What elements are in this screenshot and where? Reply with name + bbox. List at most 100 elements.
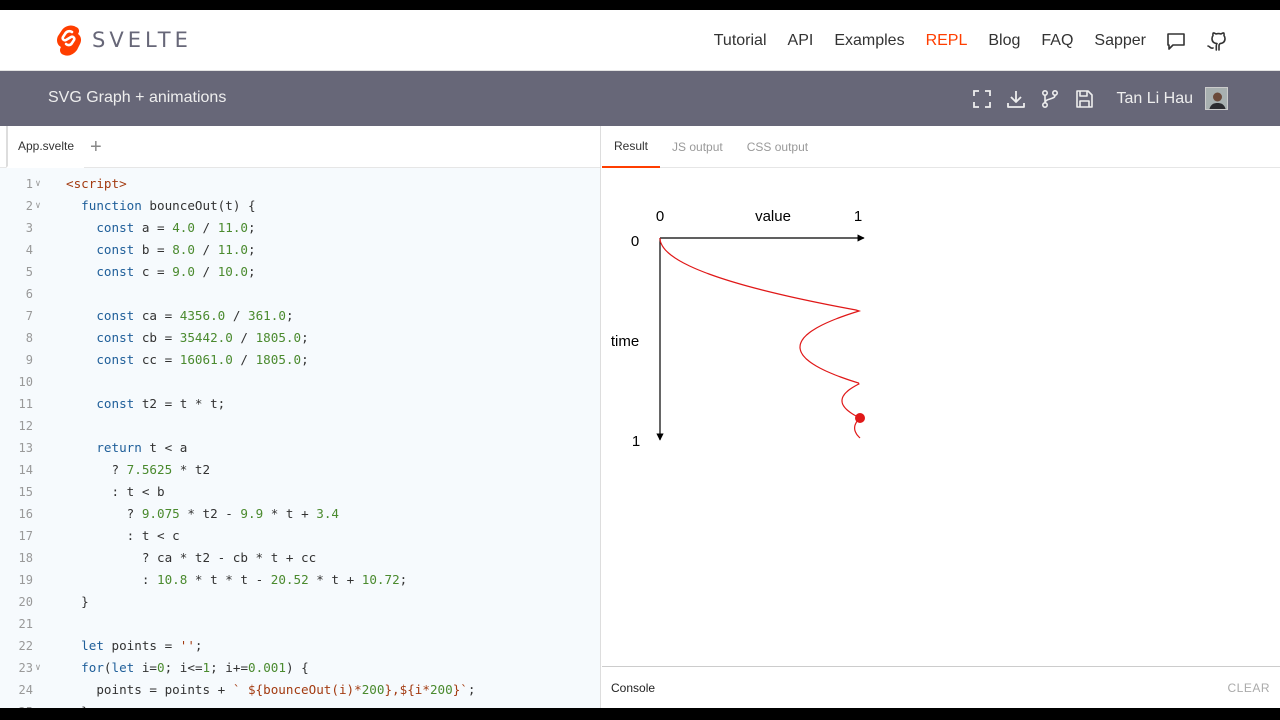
nav-link-blog[interactable]: Blog — [988, 32, 1020, 50]
line-number: 3 — [25, 221, 33, 235]
avatar[interactable] — [1205, 87, 1228, 110]
fold-chevron-icon[interactable] — [33, 525, 43, 547]
nav-link-sapper[interactable]: Sapper — [1094, 32, 1146, 50]
fold-chevron-icon[interactable]: ∨ — [33, 657, 43, 679]
nav-link-tutorial[interactable]: Tutorial — [714, 32, 767, 50]
nav-link-examples[interactable]: Examples — [834, 32, 904, 50]
nav-link-repl[interactable]: REPL — [926, 32, 968, 50]
code-line[interactable]: 9 const cc = 16061.0 / 1805.0; — [0, 349, 600, 371]
fold-chevron-icon[interactable] — [33, 283, 43, 305]
code-line[interactable]: 14 ? 7.5625 * t2 — [0, 459, 600, 481]
code-line[interactable]: 1 ∨ <script> — [0, 173, 600, 195]
user-name[interactable]: Tan Li Hau — [1117, 90, 1194, 108]
code-text: const cb = 35442.0 / 1805.0; — [96, 330, 309, 345]
fold-chevron-icon[interactable] — [33, 217, 43, 239]
line-number: 11 — [18, 397, 33, 411]
fold-chevron-icon[interactable] — [33, 635, 43, 657]
fork-icon[interactable] — [1039, 88, 1061, 110]
console-label[interactable]: Console — [611, 681, 655, 695]
svelte-logo[interactable]: SVELTE — [54, 24, 192, 56]
fold-chevron-icon[interactable] — [33, 393, 43, 415]
fold-chevron-icon[interactable] — [33, 481, 43, 503]
fold-chevron-icon[interactable] — [33, 327, 43, 349]
code-line[interactable]: 18 ? ca * t2 - cb * t + cc — [0, 547, 600, 569]
code-line[interactable]: 10 — [0, 371, 600, 393]
code-line[interactable]: 2 ∨ function bounceOut(t) { — [0, 195, 600, 217]
fold-chevron-icon[interactable] — [33, 239, 43, 261]
repl-toolbar: Tan Li Hau — [959, 71, 1228, 126]
code-line[interactable]: 15 : t < b — [0, 481, 600, 503]
fold-chevron-icon[interactable] — [33, 701, 43, 708]
fold-chevron-icon[interactable] — [33, 261, 43, 283]
line-number: 10 — [18, 375, 33, 389]
line-number: 13 — [18, 441, 33, 455]
time-axis-label: time — [611, 333, 639, 350]
line-number: 15 — [18, 485, 33, 499]
download-icon[interactable] — [1005, 88, 1027, 110]
file-tabs: App.svelte + — [0, 126, 600, 168]
code-line[interactable]: 22 let points = ''; — [0, 635, 600, 657]
fold-chevron-icon[interactable] — [33, 569, 43, 591]
fullscreen-icon[interactable] — [971, 88, 993, 110]
code-line[interactable]: 19 : 10.8 * t * t - 20.52 * t + 10.72; — [0, 569, 600, 591]
save-icon[interactable] — [1073, 88, 1095, 110]
fold-chevron-icon[interactable]: ∨ — [33, 195, 43, 217]
fold-chevron-icon[interactable] — [33, 415, 43, 437]
chat-icon[interactable] — [1166, 31, 1186, 51]
console-clear-button[interactable]: CLEAR — [1227, 681, 1270, 695]
time-axis-start: 0 — [631, 233, 639, 250]
console-bar: Console CLEAR — [602, 666, 1280, 708]
fold-chevron-icon[interactable] — [33, 349, 43, 371]
fold-chevron-icon[interactable] — [33, 547, 43, 569]
nav-links: Tutorial API Examples REPL Blog FAQ Sapp… — [693, 10, 1226, 71]
code-line[interactable]: 23 ∨ for(let i=0; i<=1; i+=0.001) { — [0, 657, 600, 679]
code-editor-panel: App.svelte + 1 ∨ <script> 2 ∨ function bounc… — [0, 126, 601, 708]
fold-chevron-icon[interactable] — [33, 679, 43, 701]
code-line[interactable]: 17 : t < c — [0, 525, 600, 547]
line-number: 16 — [18, 507, 33, 521]
tab-css-output[interactable]: CSS output — [735, 126, 820, 168]
tab-result[interactable]: Result — [602, 126, 661, 168]
github-icon[interactable] — [1206, 31, 1226, 51]
code-text: const b = 8.0 / 11.0; — [96, 242, 256, 257]
code-line[interactable]: 24 points = points + ` ${bounceOut(i)*20… — [0, 679, 600, 701]
fold-chevron-icon[interactable] — [33, 437, 43, 459]
output-tabs: Result JS output CSS output — [602, 126, 1280, 168]
fold-chevron-icon[interactable] — [33, 459, 43, 481]
line-number: 1 — [25, 177, 33, 191]
line-number: 5 — [25, 265, 33, 279]
code-line[interactable]: 6 — [0, 283, 600, 305]
code-line[interactable]: 25 } — [0, 701, 600, 708]
code-line[interactable]: 4 const b = 8.0 / 11.0; — [0, 239, 600, 261]
code-line[interactable]: 21 — [0, 613, 600, 635]
code-line[interactable]: 3 const a = 4.0 / 11.0; — [0, 217, 600, 239]
fold-chevron-icon[interactable]: ∨ — [33, 173, 43, 195]
fold-chevron-icon[interactable] — [33, 371, 43, 393]
fold-chevron-icon[interactable] — [33, 591, 43, 613]
code-text: const ca = 4356.0 / 361.0; — [96, 308, 294, 323]
code-line[interactable]: 5 const c = 9.0 / 10.0; — [0, 261, 600, 283]
code-line[interactable]: 8 const cb = 35442.0 / 1805.0; — [0, 327, 600, 349]
code-area[interactable]: 1 ∨ <script> 2 ∨ function bounceOut(t) {3 co… — [0, 173, 600, 708]
fold-chevron-icon[interactable] — [33, 305, 43, 327]
add-file-button[interactable]: + — [90, 137, 102, 157]
nav-link-api[interactable]: API — [788, 32, 814, 50]
repl-header: SVG Graph + animations Tan Li Hau — [0, 71, 1280, 126]
repl-title[interactable]: SVG Graph + animations — [48, 89, 226, 107]
code-line[interactable]: 20 } — [0, 591, 600, 613]
tab-js-output[interactable]: JS output — [660, 126, 735, 168]
code-line[interactable]: 12 — [0, 415, 600, 437]
code-line[interactable]: 7 const ca = 4356.0 / 361.0; — [0, 305, 600, 327]
file-tab-app-svelte[interactable]: App.svelte — [6, 126, 85, 168]
progress-dot — [855, 413, 865, 423]
code-text: } — [43, 701, 89, 708]
fold-chevron-icon[interactable] — [33, 503, 43, 525]
line-number: 7 — [25, 309, 33, 323]
fold-chevron-icon[interactable] — [33, 613, 43, 635]
nav-link-faq[interactable]: FAQ — [1041, 32, 1073, 50]
code-line[interactable]: 13 return t < a — [0, 437, 600, 459]
code-line[interactable]: 11 const t2 = t * t; — [0, 393, 600, 415]
code-line[interactable]: 16 ? 9.075 * t2 - 9.9 * t + 3.4 — [0, 503, 600, 525]
